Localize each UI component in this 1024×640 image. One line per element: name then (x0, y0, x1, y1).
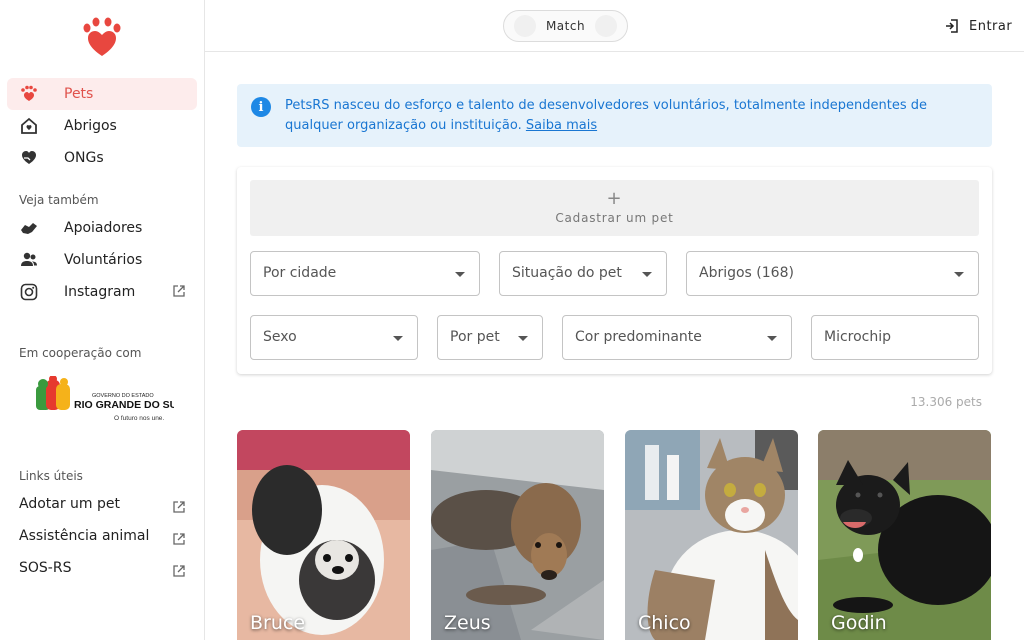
external-link-icon (173, 565, 185, 577)
dropdown-arrow-icon (767, 336, 777, 341)
partner-line3: O futuro nos une. (114, 415, 164, 422)
sidebar-item-label: Voluntários (64, 252, 143, 268)
info-banner: i PetsRS nasceu do esforço e talento de … (237, 84, 992, 147)
link-adotar-um-pet[interactable]: Adotar um pet (19, 496, 189, 520)
match-button[interactable]: Match (503, 10, 628, 42)
sex-select[interactable]: Sexo (250, 315, 418, 360)
sidebar-item-pets[interactable]: Pets (7, 78, 197, 110)
sidebar-item-voluntarios[interactable]: Voluntários (7, 244, 197, 276)
paw-logo-icon[interactable] (80, 16, 124, 60)
paw-icon (20, 85, 38, 103)
match-left-dot (514, 15, 536, 37)
sidebar-item-abrigos[interactable]: Abrigos (7, 110, 197, 142)
match-label: Match (545, 19, 586, 33)
add-pet-button[interactable]: + Cadastrar um pet (250, 180, 979, 236)
sidebar-item-label: Apoiadores (64, 220, 143, 236)
pet-name: Chico (638, 612, 691, 634)
status-select-label: Situação do pet (512, 265, 622, 281)
cooperation-heading: Em cooperação com (19, 346, 142, 360)
sidebar-item-label: Pets (64, 86, 94, 102)
microchip-field-label: Microchip (824, 329, 892, 345)
dropdown-arrow-icon (455, 272, 465, 277)
info-icon: i (251, 97, 271, 117)
useful-links-heading: Links úteis (19, 469, 83, 483)
sidebar-item-ongs[interactable]: ONGs (7, 142, 197, 174)
house-heart-icon (20, 117, 38, 135)
sidebar-item-instagram[interactable]: Instagram (7, 276, 197, 308)
instagram-icon (20, 283, 38, 301)
link-sos-rs[interactable]: SOS-RS (19, 560, 189, 584)
pet-type-select-label: Por pet (450, 329, 500, 345)
link-label: Adotar um pet (19, 496, 121, 512)
results-count: 13.306 pets (910, 395, 982, 409)
partner-line2: RIO GRANDE DO SUL (74, 399, 174, 411)
status-select[interactable]: Situação do pet (499, 251, 667, 296)
add-pet-label: Cadastrar um pet (555, 211, 674, 225)
sidebar-item-label: ONGs (64, 150, 104, 166)
pet-photo (237, 430, 410, 640)
login-icon (946, 19, 958, 33)
external-link-icon (173, 533, 185, 545)
pet-card-chico[interactable]: Chico (625, 430, 798, 640)
external-link-icon (173, 501, 185, 513)
handshake-icon (20, 219, 38, 237)
dropdown-arrow-icon (393, 336, 403, 341)
hand-heart-icon (20, 149, 38, 167)
banner-text: PetsRS nasceu do esforço e talento de de… (285, 98, 928, 133)
see-also-heading: Veja também (19, 193, 99, 207)
sidebar-item-label: Abrigos (64, 118, 117, 134)
microchip-field[interactable]: Microchip (811, 315, 979, 360)
login-button[interactable]: Entrar (945, 14, 1012, 38)
color-select[interactable]: Cor predominante (562, 315, 792, 360)
rs-government-logo: GOVERNO DO ESTADO RIO GRANDE DO SUL O fu… (34, 375, 184, 424)
link-label: Assistência animal (19, 528, 150, 544)
top-bar: Match Entrar (205, 0, 1024, 52)
people-icon (20, 251, 38, 269)
link-label: SOS-RS (19, 560, 72, 576)
match-right-dot (595, 15, 617, 37)
dropdown-arrow-icon (518, 336, 528, 341)
dropdown-arrow-icon (954, 272, 964, 277)
pet-type-select[interactable]: Por pet (437, 315, 543, 360)
banner-text-block: PetsRS nasceu do esforço e talento de de… (285, 96, 985, 136)
sex-select-label: Sexo (263, 329, 297, 345)
learn-more-link[interactable]: Saiba mais (526, 118, 597, 133)
pet-name: Godin (831, 612, 887, 634)
external-link-icon (173, 285, 185, 297)
pet-photo (431, 430, 604, 640)
pet-name: Zeus (444, 612, 491, 634)
pet-photo (625, 430, 798, 640)
login-label: Entrar (969, 18, 1013, 34)
dropdown-arrow-icon (642, 272, 652, 277)
shelters-select[interactable]: Abrigos (168) (686, 251, 979, 296)
city-select[interactable]: Por cidade (250, 251, 480, 296)
sidebar-item-label: Instagram (64, 284, 136, 300)
pet-name: Bruce (250, 612, 306, 634)
pet-card-zeus[interactable]: Zeus (431, 430, 604, 640)
city-select-label: Por cidade (263, 265, 337, 281)
pet-photo (818, 430, 991, 640)
sidebar-item-apoiadores[interactable]: Apoiadores (7, 212, 197, 244)
plus-icon: + (606, 188, 623, 209)
shelters-select-label: Abrigos (168) (699, 265, 794, 281)
pet-card-bruce[interactable]: Bruce (237, 430, 410, 640)
pet-card-godin[interactable]: Godin (818, 430, 991, 640)
color-select-label: Cor predominante (575, 329, 702, 345)
filter-card: + Cadastrar um pet Por cidade Situação d… (237, 167, 992, 374)
link-assistencia-animal[interactable]: Assistência animal (19, 528, 189, 552)
sidebar: Pets Abrigos ONGs Veja também Apoiadores… (0, 0, 205, 640)
